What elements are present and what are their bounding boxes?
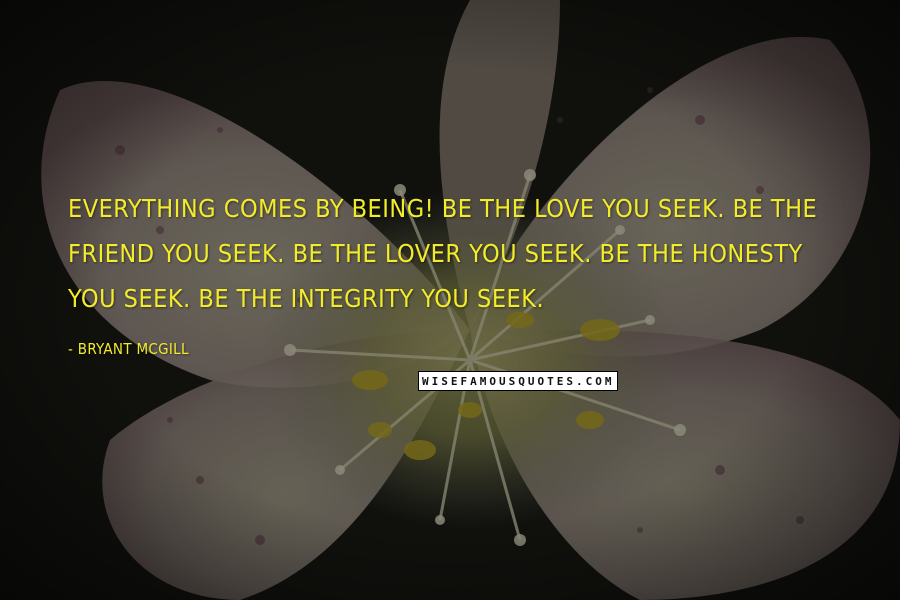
quote-author: - Bryant McGill xyxy=(68,340,189,358)
quote-text: Everything comes by being! Be the love y… xyxy=(68,194,818,313)
quote-card: Everything comes by being! Be the love y… xyxy=(0,0,900,600)
site-watermark: WISEFAMOUSQUOTES.COM xyxy=(418,371,619,391)
